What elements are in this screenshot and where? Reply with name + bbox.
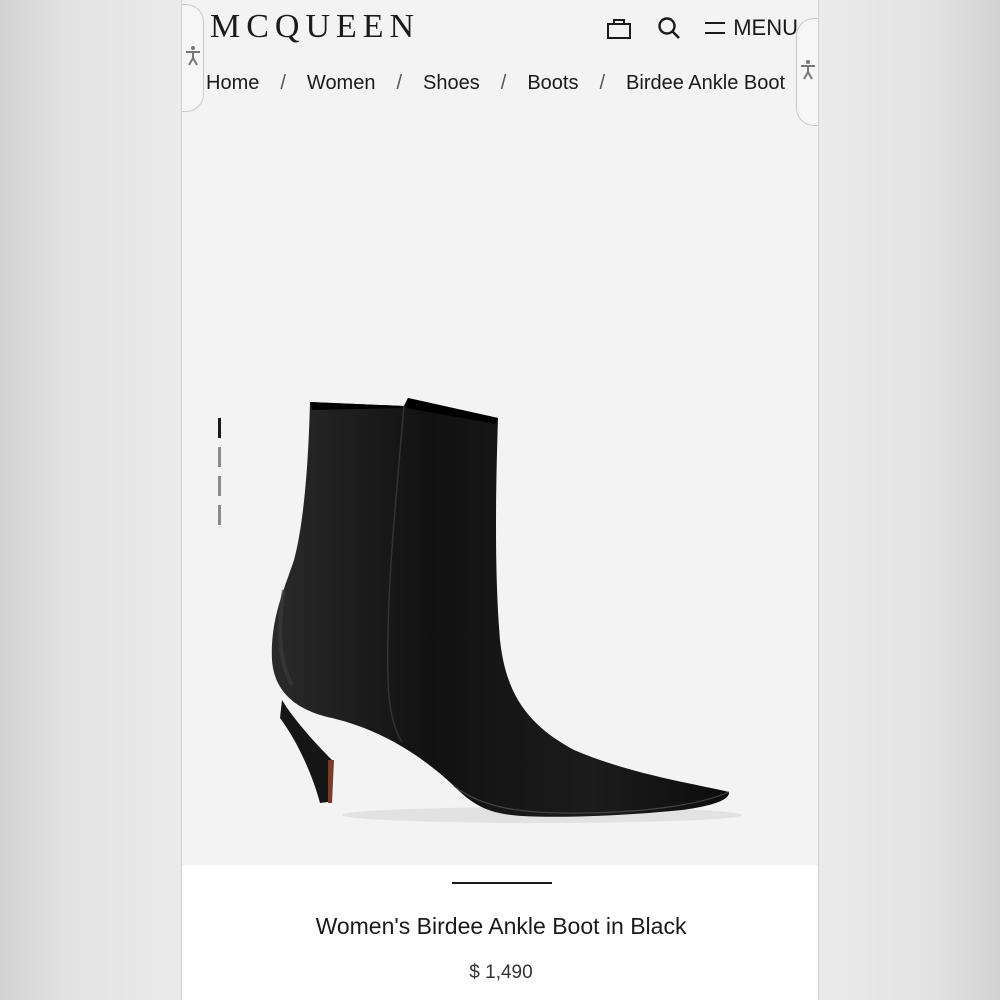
- breadcrumb-shoes[interactable]: Shoes: [423, 72, 480, 95]
- site-header: MCQUEEN MENU: [182, 0, 818, 64]
- boot-product-image: [271, 398, 742, 823]
- product-page: MCQUEEN MENU Home / Women / Shoes / Boot…: [181, 0, 819, 1000]
- breadcrumb-current[interactable]: Birdee Ankle Boot: [626, 72, 785, 95]
- breadcrumb-women[interactable]: Women: [307, 72, 376, 95]
- search-icon[interactable]: [655, 14, 683, 42]
- menu-button[interactable]: MENU: [705, 15, 798, 41]
- breadcrumb-separator: /: [500, 72, 507, 94]
- breadcrumb: Home / Women / Shoes / Boots / Birdee An…: [206, 72, 785, 95]
- accessibility-tab-right[interactable]: [796, 18, 818, 126]
- breadcrumb-separator: /: [396, 72, 403, 94]
- header-actions: MENU: [605, 14, 798, 42]
- product-image-gallery[interactable]: [182, 120, 818, 865]
- breadcrumb-separator: /: [599, 72, 606, 94]
- hamburger-icon: [705, 22, 726, 34]
- product-info: Women's Birdee Ankle Boot in Black $ 1,4…: [182, 865, 818, 1000]
- right-backdrop: [819, 0, 1000, 1000]
- product-title: Women's Birdee Ankle Boot in Black: [315, 913, 687, 939]
- brand-logo[interactable]: MCQUEEN: [210, 8, 420, 46]
- breadcrumb-separator: /: [280, 72, 286, 94]
- menu-label: MENU: [733, 15, 798, 40]
- breadcrumb-boots[interactable]: Boots: [527, 72, 578, 95]
- shopping-bag-icon[interactable]: [605, 14, 633, 42]
- accessibility-icon: [800, 59, 816, 86]
- accessibility-tab-left[interactable]: [182, 4, 204, 112]
- product-price: $ 1,490: [469, 962, 533, 983]
- accessibility-icon: [185, 45, 201, 72]
- info-divider: [452, 882, 552, 884]
- left-backdrop: [0, 0, 181, 1000]
- breadcrumb-home[interactable]: Home: [206, 72, 259, 95]
